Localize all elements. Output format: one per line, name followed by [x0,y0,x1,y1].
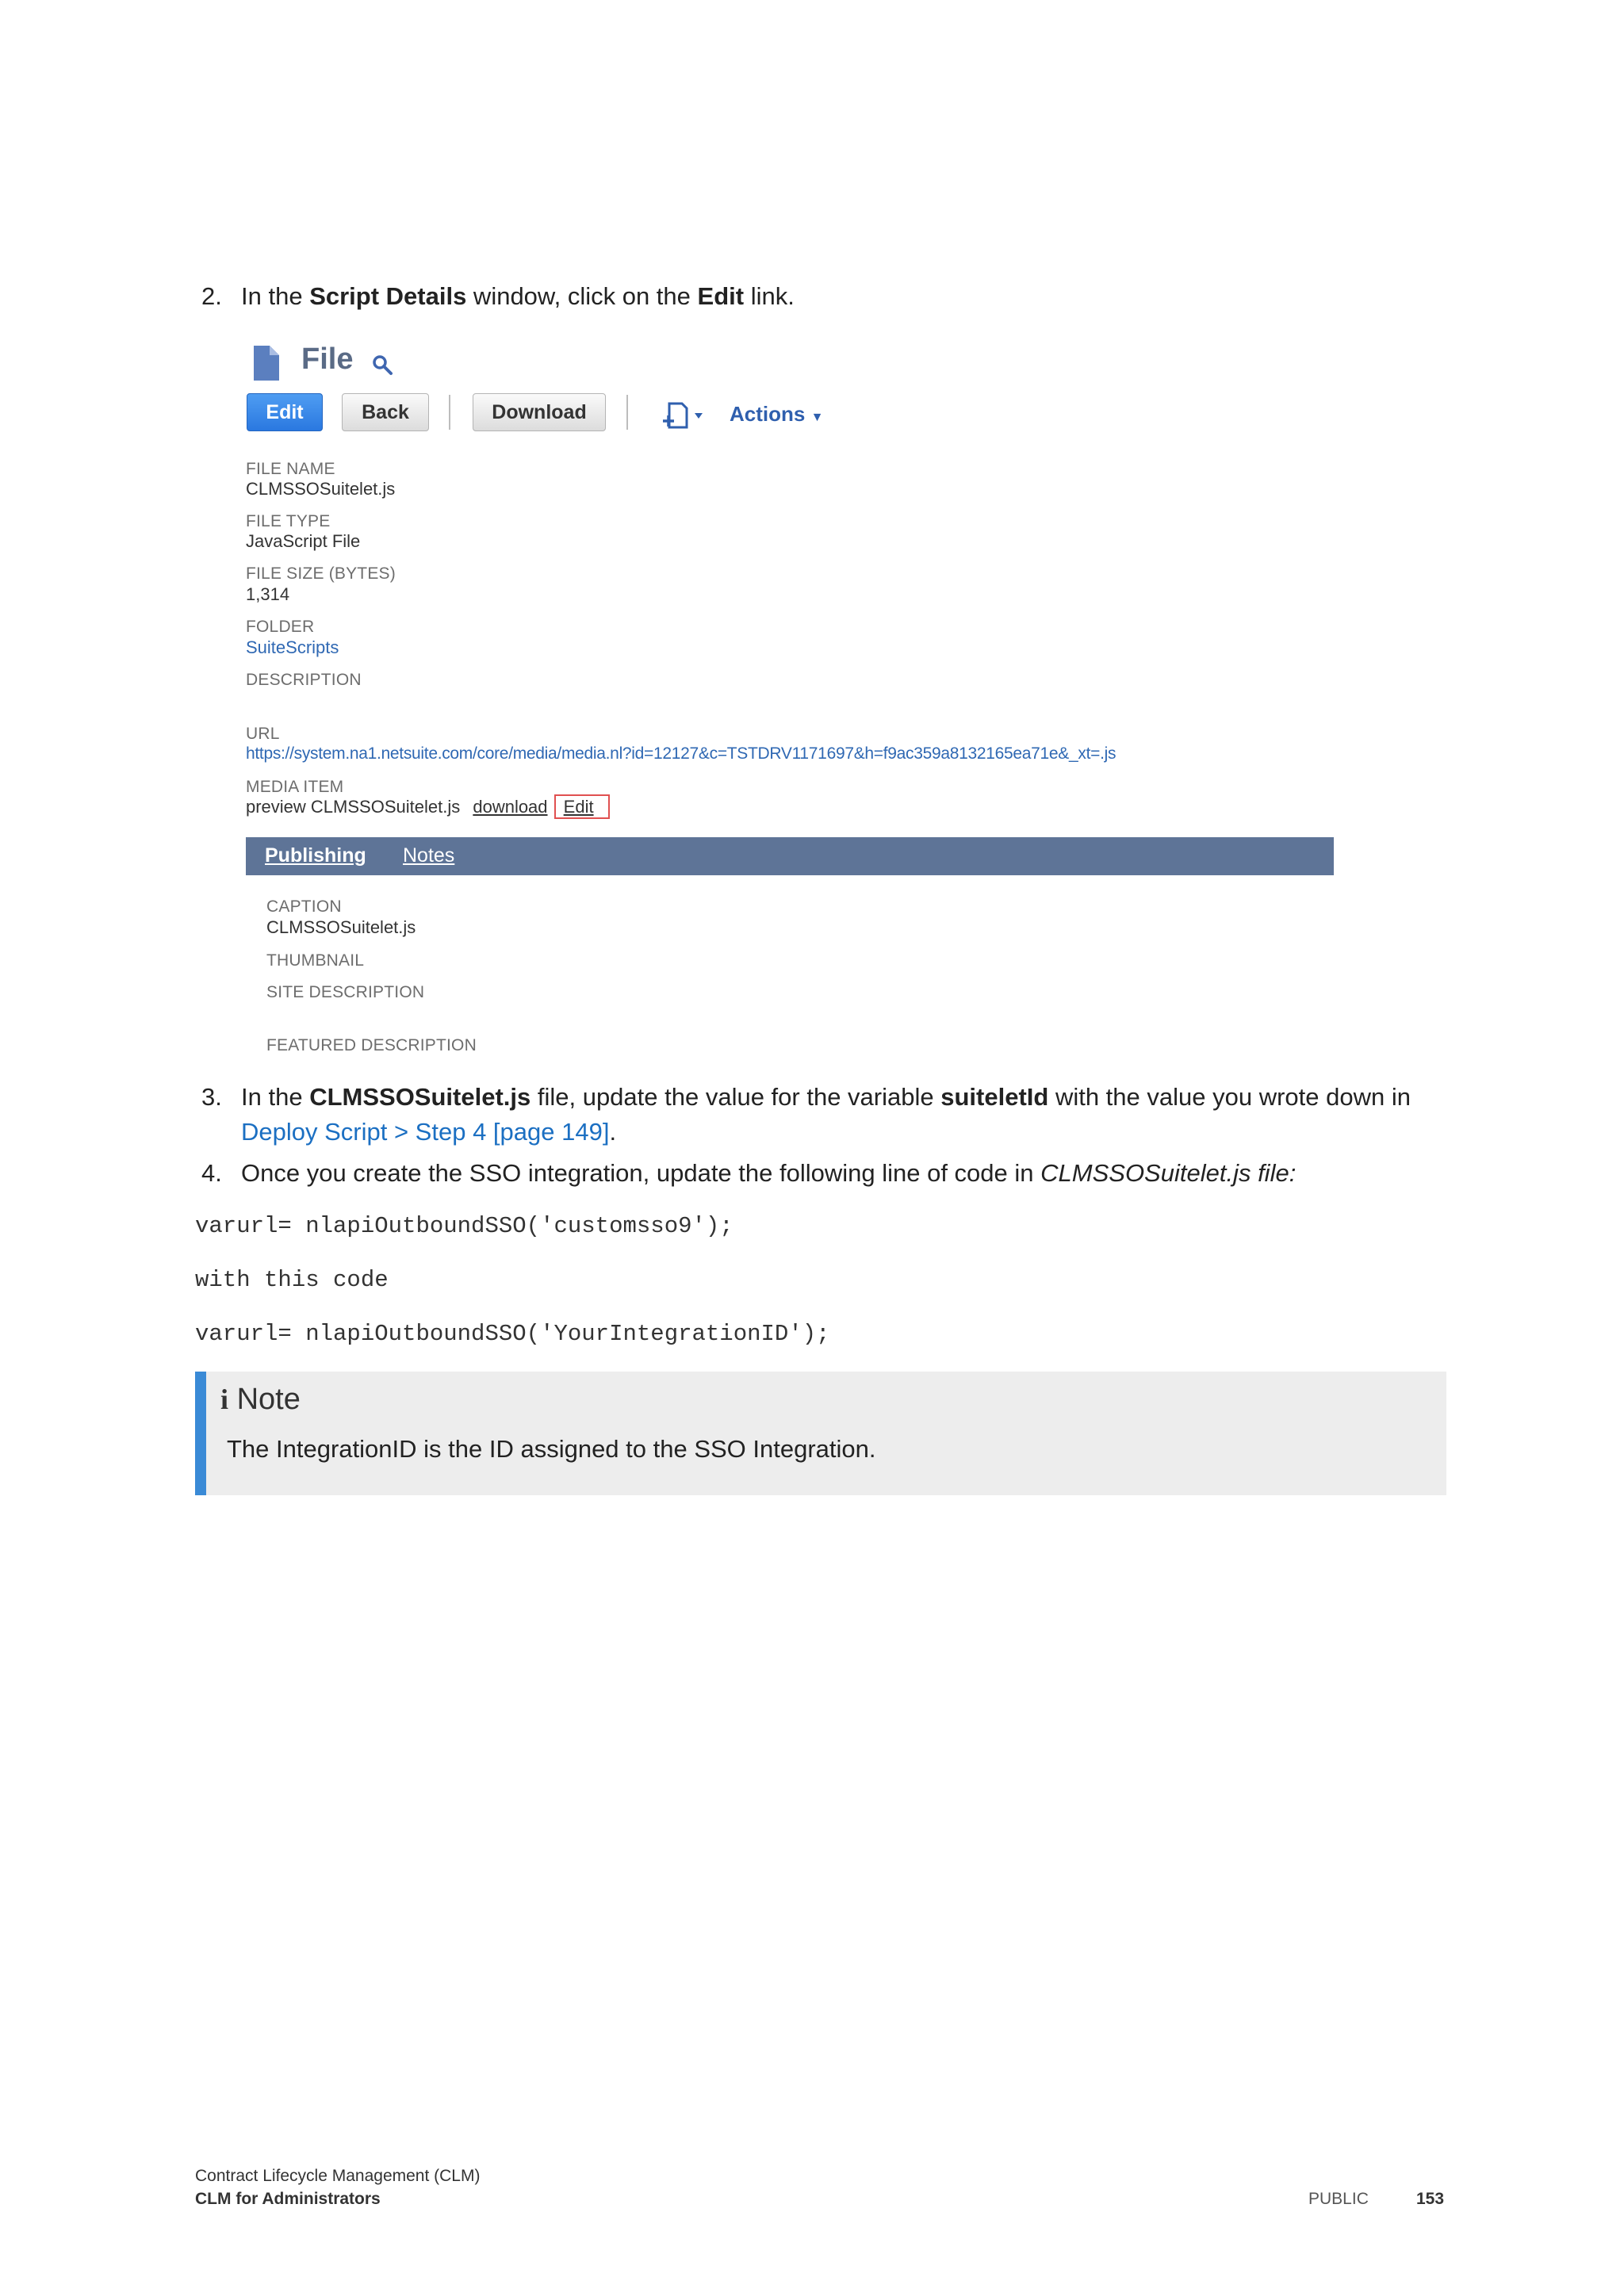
step-text: In the Script Details window, click on t… [241,282,795,310]
file-type-label: FILE TYPE [246,512,331,530]
caption-label: CAPTION [266,897,342,916]
step-number: 3. [201,1083,222,1111]
note-title: Note [236,1383,301,1416]
folder-link[interactable]: SuiteScripts [246,637,339,658]
thumbnail-label: THUMBNAIL [266,951,365,970]
step-3: 3. In the CLMSSOSuitelet.js file, update… [201,1080,1470,1151]
step-4: 4. Once you create the SSO integration, … [201,1156,1470,1191]
step-2: 2. In the Script Details window, click o… [201,279,1470,314]
step-text: Once you create the SSO integration, upd… [241,1159,1297,1187]
new-file-dropdown-icon[interactable] [660,400,707,430]
featured-description-label: FEATURED DESCRIPTION [266,1036,477,1054]
file-size-label: FILE SIZE (BYTES) [246,564,396,583]
deploy-script-link[interactable]: Deploy Script > Step 4 [page 149] [241,1118,609,1146]
media-item-label: MEDIA ITEM [246,778,344,796]
footer-classification: PUBLIC [1308,2190,1369,2208]
toolbar-separator [626,395,628,430]
site-description-label: SITE DESCRIPTION [266,983,425,1001]
step-number: 4. [201,1159,222,1187]
caption-value: CLMSSOSuitelet.js [266,917,416,937]
subtab-bar: Publishing Notes [246,837,1334,875]
footer-document: CLM for Administrators [195,2190,381,2208]
tab-publishing[interactable]: Publishing [265,844,366,867]
media-edit-link[interactable]: Edit [553,794,610,819]
note-box: i Note The IntegrationID is the ID assig… [195,1372,1446,1495]
step-number: 2. [201,282,222,310]
code-connector-text: with this code [195,1267,389,1293]
note-header: i Note [220,1383,301,1417]
file-name-value: CLMSSOSuitelet.js [246,479,396,499]
tab-notes[interactable]: Notes [403,844,454,867]
description-label: DESCRIPTION [246,671,362,689]
toolbar-separator [449,395,450,430]
url-link[interactable]: https://system.na1.netsuite.com/core/med… [246,744,1116,763]
actions-menu[interactable]: Actions ▼ [730,402,823,427]
file-icon [254,346,279,381]
record-title: File [301,342,354,376]
folder-label: FOLDER [246,618,315,636]
media-item-row: preview CLMSSOSuitelet.js download Edit [246,794,610,819]
footer-product: Contract Lifecycle Management (CLM) [195,2167,481,2185]
info-icon: i [220,1383,229,1415]
url-label: URL [246,725,280,743]
download-button[interactable]: Download [473,393,606,431]
back-button[interactable]: Back [342,393,429,431]
page-number: 153 [1416,2190,1445,2208]
step-text: In the CLMSSOSuitelet.js file, update th… [241,1083,1411,1146]
file-size-value: 1,314 [246,584,290,604]
code-line-original: varurl= nlapiOutboundSSO('customsso9'); [195,1213,733,1239]
media-preview-link[interactable]: preview CLMSSOSuitelet.js [246,797,460,817]
file-type-value: JavaScript File [246,531,361,551]
code-line-replacement: varurl= nlapiOutboundSSO('YourIntegratio… [195,1321,830,1347]
edit-button[interactable]: Edit [247,393,323,431]
actions-label: Actions [730,402,806,426]
file-name-label: FILE NAME [246,460,335,478]
chevron-down-icon: ▼ [810,411,824,424]
search-icon[interactable] [371,354,393,376]
media-download-link[interactable]: download [473,797,547,817]
note-text: The IntegrationID is the ID assigned to … [227,1435,876,1463]
